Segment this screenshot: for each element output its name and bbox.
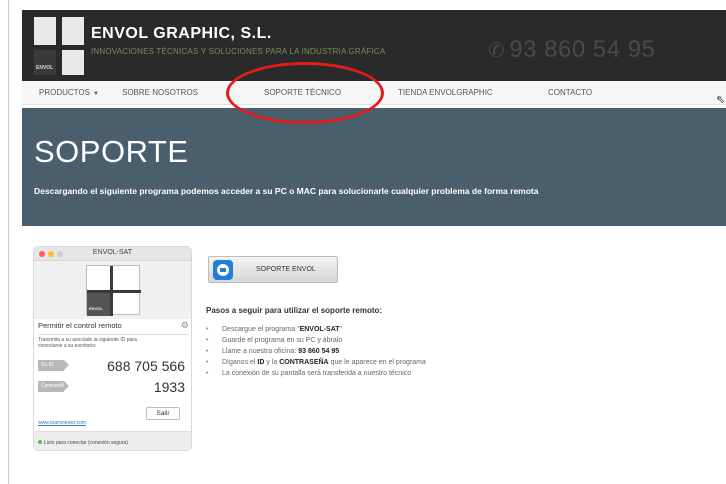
soporte-envol-label: SOPORTE ENVOL [256,266,316,273]
exit-button[interactable]: Salir [146,407,180,420]
list-item: Díganos el ID y la CONTRASEÑA que le apa… [206,359,426,370]
list-item: Guarde el programa en su PC y ábralo [206,337,426,348]
steps-heading: Pasos a seguir para utilizar el soporte … [206,306,383,315]
step-bold: 93 860 54 95 [298,348,340,355]
password-row: Contraseña 1933 [38,379,189,395]
nav-item-contacto[interactable]: CONTACTO [548,88,592,97]
nav-item-label: PRODUCTOS [39,88,90,97]
allow-remote-control-row: Permitir el control remoto ⚙ [38,320,189,333]
header-phone-number: 93 860 54 95 [509,36,656,63]
envol-logo: ENVOL [86,265,141,316]
step-text: que le aparece en el programa [328,359,426,366]
gear-icon[interactable]: ⚙ [181,320,189,331]
step-text: Descargue el programa " [222,326,300,333]
id-label: Su ID [38,360,69,371]
step-text: La conexión de su pantalla será transfer… [222,370,412,377]
id-value[interactable]: 688 705 566 [107,358,185,374]
phone-icon: ✆ [488,40,506,62]
logo-text: ENVOL [89,306,103,311]
logo-text: ENVOL [36,65,54,71]
step-bold: ENVOL-SAT [299,326,340,333]
list-item: La conexión de su pantalla será transfer… [206,370,426,381]
teamviewer-window: ENVOL-SAT ENVOL Permitir el control remo… [33,246,192,451]
company-tagline: INNOVACIONES TÉCNICAS Y SOLUCIONES PARA … [91,47,386,56]
screen-edge [8,0,9,484]
red-annotation-circle [226,62,384,124]
list-item: Llame a nuestra oficina: 93 860 54 95 [206,348,426,359]
nav-item-tienda[interactable]: TIENDA ENVOLGRAPHIC [398,88,493,97]
window-title: ENVOL-SAT [92,249,133,256]
soporte-envol-button[interactable]: SOPORTE ENVOL [208,256,338,283]
header-phone: ✆ 93 860 54 95 [488,36,655,64]
steps-list: Descargue el programa "ENVOL-SAT" Guarde… [206,326,426,381]
step-bold: CONTRASEÑA [279,359,329,366]
connection-status: Listo para conectar (conexión segura) [34,431,191,450]
status-dot-icon [38,440,42,444]
company-logo[interactable]: ENVOL [34,17,84,75]
nav-item-sobre-nosotros[interactable]: SOBRE NOSOTROS [122,88,198,97]
step-text: " [339,326,343,333]
nav-item-productos[interactable]: PRODUCTOS ▼ [39,88,99,97]
list-item: Descargue el programa "ENVOL-SAT" [206,326,426,337]
password-label: Contraseña [38,381,69,392]
hero-subtitle: Descargando el siguiente programa podemo… [34,186,539,196]
step-text: y la [264,359,280,366]
password-value[interactable]: 1933 [154,379,185,395]
caret-down-icon: ▼ [92,91,99,97]
instructions-text: Transmita a su asociado la siguiente ID … [38,337,137,349]
remote-control-panel: Permitir el control remoto ⚙ Transmita a… [34,319,191,450]
teamviewer-icon [213,260,233,280]
site-header: ENVOL ENVOL GRAPHIC, S.L. INNOVACIONES T… [22,10,726,81]
status-text: Listo para conectar (conexión segura) [44,440,128,446]
allow-remote-label: Permitir el control remoto [38,321,122,330]
teamviewer-link[interactable]: www.teamviewer.com [38,420,86,426]
company-name: ENVOL GRAPHIC, S.L. [91,25,272,42]
id-row: Su ID 688 705 566 [38,358,189,374]
page-title: SOPORTE [34,134,189,169]
hero-banner: SOPORTE Descargando el siguiente program… [22,108,726,226]
step-text: Guarde el programa en su PC y ábralo [222,337,343,344]
divider [38,334,189,335]
step-text: Llame a nuestra oficina: [222,348,299,355]
mouse-cursor-icon: ⇖ [716,94,726,106]
step-text: Díganos el [222,359,258,366]
window-titlebar: ENVOL-SAT [34,247,191,261]
